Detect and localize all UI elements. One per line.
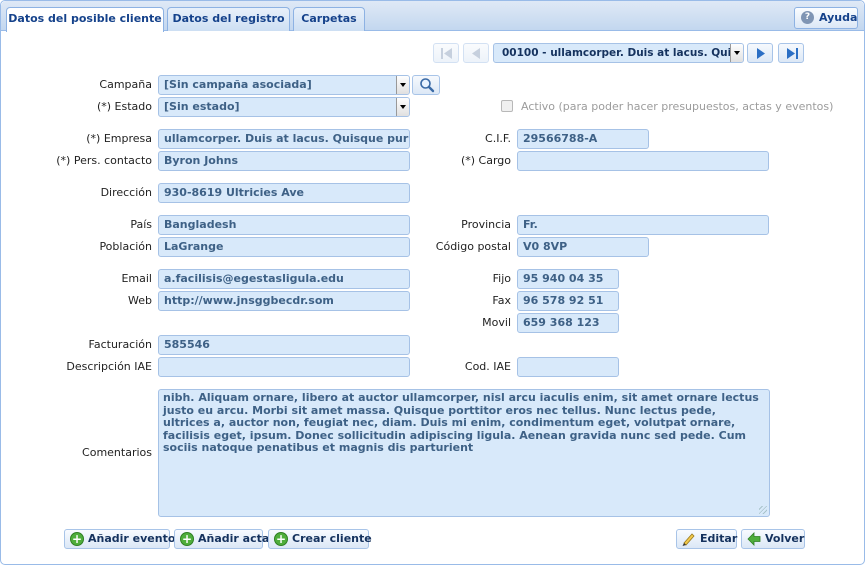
record-selector[interactable]: 00100 - ullamcorper. Duis at lacus. Quis…	[493, 43, 744, 63]
add-act-button[interactable]: + Añadir acta	[174, 529, 269, 549]
last-record-button[interactable]	[778, 43, 804, 63]
web-label: Web	[128, 294, 152, 307]
first-icon	[441, 48, 452, 59]
chevron-down-icon[interactable]	[396, 98, 409, 116]
arrow-left-icon	[747, 532, 761, 546]
iae-description-field[interactable]	[158, 357, 410, 377]
status-value: [Sin estado]	[164, 100, 240, 113]
edit-label: Editar	[700, 532, 738, 545]
tab-registry-data[interactable]: Datos del registro	[167, 7, 290, 31]
iae-code-field[interactable]	[517, 357, 619, 377]
country-label: País	[130, 218, 152, 231]
address-field[interactable]: 930-8619 Ultricies Ave	[158, 183, 410, 203]
tab-bar: Datos del posible cliente Datos del regi…	[1, 1, 864, 32]
comments-textarea[interactable]: nibh. Aliquam ornare, libero at auctor u…	[158, 389, 770, 517]
create-client-button[interactable]: + Crear cliente	[268, 529, 372, 549]
address-label: Dirección	[100, 186, 152, 199]
city-field[interactable]: LaGrange	[158, 237, 410, 257]
add-icon: +	[274, 532, 288, 546]
resize-grip-icon[interactable]	[759, 506, 767, 514]
create-client-label: Crear cliente	[292, 532, 372, 545]
postal-code-label: Código postal	[435, 240, 511, 253]
previous-record-button[interactable]	[463, 43, 489, 63]
province-field[interactable]: Fr.	[517, 215, 769, 235]
mobile-field[interactable]: 659 368 123	[517, 313, 619, 333]
help-label: Ayuda	[819, 11, 858, 24]
iae-description-label: Descripción IAE	[66, 360, 152, 373]
billing-label: Facturación	[88, 338, 152, 351]
next-icon	[757, 48, 765, 59]
city-label: Población	[99, 240, 152, 253]
active-checkbox[interactable]	[501, 100, 513, 112]
cif-label: C.I.F.	[485, 132, 511, 145]
help-button[interactable]: ? Ayuda	[794, 7, 858, 29]
first-record-button[interactable]	[433, 43, 459, 63]
previous-icon	[472, 48, 480, 59]
country-field[interactable]: Bangladesh	[158, 215, 410, 235]
fax-field[interactable]: 96 578 92 51	[517, 291, 619, 311]
record-selector-value: 00100 - ullamcorper. Duis at lacus. Quis…	[502, 47, 743, 59]
mobile-label: Movil	[482, 316, 511, 329]
campaign-search-button[interactable]	[412, 75, 440, 95]
iae-code-label: Cod. IAE	[464, 360, 511, 373]
company-label: (*) Empresa	[86, 132, 152, 145]
window-frame: Datos del posible cliente Datos del regi…	[0, 0, 865, 565]
position-field[interactable]	[517, 151, 769, 171]
province-label: Provincia	[461, 218, 511, 231]
campaign-value: [Sin campaña asociada]	[164, 78, 312, 91]
add-event-button[interactable]: + Añadir evento	[64, 529, 175, 549]
phone-field[interactable]: 95 940 04 35	[517, 269, 619, 289]
back-button[interactable]: Volver	[741, 529, 805, 549]
chevron-down-icon[interactable]	[730, 44, 743, 62]
email-label: Email	[121, 272, 152, 285]
add-act-label: Añadir acta	[198, 532, 270, 545]
add-icon: +	[180, 532, 194, 546]
edit-button[interactable]: Editar	[676, 529, 737, 549]
phone-label: Fijo	[492, 272, 511, 285]
billing-field[interactable]: 585546	[158, 335, 410, 355]
tab-folders[interactable]: Carpetas	[293, 7, 365, 31]
chevron-down-icon[interactable]	[396, 76, 409, 94]
web-field[interactable]: http://www.jnsggbecdr.som	[158, 291, 410, 311]
pencil-icon	[682, 533, 695, 546]
comments-label: Comentarios	[82, 446, 152, 459]
position-label: (*) Cargo	[460, 154, 511, 167]
add-icon: +	[70, 532, 84, 546]
search-icon	[420, 78, 435, 93]
status-select[interactable]: [Sin estado]	[158, 97, 410, 117]
add-event-label: Añadir evento	[88, 532, 176, 545]
cif-field[interactable]: 29566788-A	[517, 129, 649, 149]
next-record-button[interactable]	[747, 43, 773, 63]
fax-label: Fax	[492, 294, 511, 307]
postal-code-field[interactable]: V0 8VP	[517, 237, 649, 257]
help-icon: ?	[801, 11, 814, 24]
email-field[interactable]: a.facilisis@egestasligula.edu	[158, 269, 410, 289]
tab-lead-data[interactable]: Datos del posible cliente	[6, 7, 164, 32]
back-label: Volver	[765, 532, 805, 545]
status-label: (*) Estado	[96, 100, 152, 113]
contact-field[interactable]: Byron Johns	[158, 151, 410, 171]
last-icon	[787, 48, 798, 59]
contact-label: (*) Pers. contacto	[56, 154, 152, 167]
active-label: Activo (para poder hacer presupuestos, a…	[521, 100, 834, 113]
campaign-select[interactable]: [Sin campaña asociada]	[158, 75, 410, 95]
comments-text: nibh. Aliquam ornare, libero at auctor u…	[163, 391, 759, 454]
campaign-label: Campaña	[99, 78, 152, 91]
company-field[interactable]: ullamcorper. Duis at lacus. Quisque puru…	[158, 129, 410, 149]
